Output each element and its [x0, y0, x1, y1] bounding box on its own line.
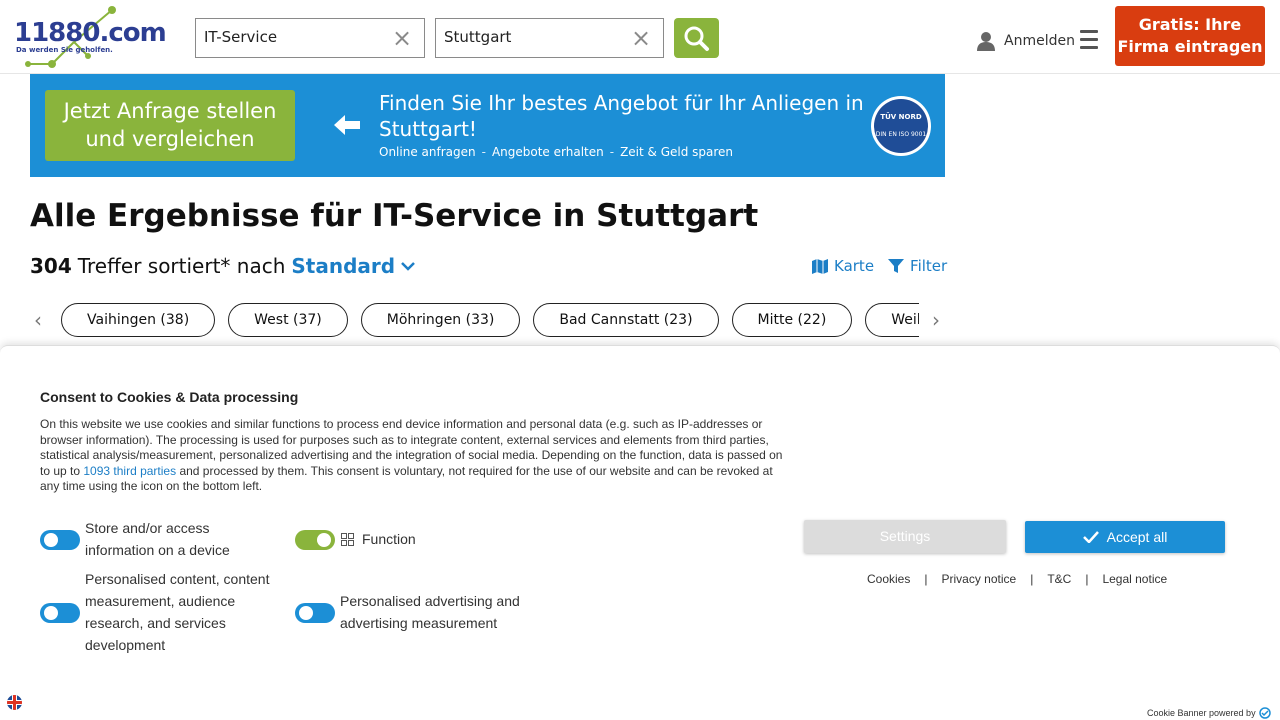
- site-logo[interactable]: 11880.com Da werden Sie geholfen.: [14, 4, 167, 70]
- privacy-notice-link[interactable]: Privacy notice: [941, 572, 1016, 586]
- personalised-content-toggle[interactable]: [40, 603, 80, 623]
- what-field[interactable]: ×: [195, 18, 425, 58]
- function-icon: [341, 533, 354, 546]
- logo-tagline: Da werden Sie geholfen.: [16, 46, 113, 54]
- login-label: Anmelden: [1004, 33, 1075, 49]
- powered-by: Cookie Banner powered by: [1147, 707, 1271, 719]
- banner-step: Zeit & Geld sparen: [620, 145, 734, 159]
- page-title: Alle Ergebnisse für IT-Service in Stuttg…: [30, 198, 759, 234]
- banner-step-separator: -: [481, 145, 486, 159]
- chevron-left-icon[interactable]: ‹: [30, 309, 46, 331]
- district-chip[interactable]: Möhringen (33): [360, 303, 521, 337]
- logo-text: 11880.com: [14, 18, 167, 48]
- consent-text: On this website we use cookies and simil…: [40, 417, 785, 495]
- sorted-by-text: Treffer sortiert* nach: [77, 254, 286, 278]
- legal-notice-link[interactable]: Legal notice: [1102, 572, 1167, 586]
- map-icon: [812, 259, 828, 274]
- result-count: 304: [30, 254, 72, 278]
- district-chip-list: Vaihingen (38) West (37) Möhringen (33) …: [61, 303, 919, 337]
- banner-steps: Online anfragen - Angebote erhalten - Ze…: [379, 145, 733, 159]
- search-icon: [684, 26, 709, 51]
- filter-icon: [888, 259, 905, 273]
- banner-step: Angebote erhalten: [491, 145, 604, 159]
- store-toggle-label: Store and/or access information on a dev…: [85, 520, 230, 558]
- uk-flag-icon[interactable]: [7, 695, 22, 710]
- tuv-badge-name: TÜV NORD: [880, 113, 922, 121]
- tuv-badge: TÜV NORD DIN EN ISO 9001: [871, 96, 931, 156]
- link-separator: |: [924, 572, 928, 586]
- banner-step: Online anfragen: [379, 145, 476, 159]
- register-company-button[interactable]: Gratis: Ihre Firma eintragen: [1115, 6, 1265, 66]
- link-separator: |: [1085, 572, 1089, 586]
- arrow-left-icon: [334, 115, 360, 135]
- sort-dropdown[interactable]: Standard: [291, 254, 395, 278]
- what-input[interactable]: [204, 28, 384, 46]
- terms-link[interactable]: T&C: [1047, 572, 1071, 586]
- banner-step-separator: -: [609, 145, 615, 159]
- function-toggle-label: Function: [362, 531, 416, 547]
- accept-all-label: Accept all: [1106, 529, 1168, 545]
- request-banner: Jetzt Anfrage stellen und vergleichen Fi…: [30, 74, 945, 177]
- personalised-ads-label: Personalised advertising and advertising…: [340, 593, 520, 631]
- district-chip[interactable]: Weilimdorf: [865, 303, 919, 337]
- cookie-consent-dialog: Consent to Cookies & Data processing On …: [0, 345, 1280, 720]
- map-button[interactable]: Karte: [812, 257, 874, 275]
- store-toggle[interactable]: [40, 530, 80, 550]
- checkmark-icon: [1082, 531, 1099, 544]
- search-button[interactable]: [674, 18, 719, 58]
- chevron-down-icon[interactable]: [401, 261, 415, 271]
- request-button-line2: und vergleichen: [85, 127, 255, 151]
- filter-label: Filter: [910, 257, 948, 275]
- where-field[interactable]: ×: [435, 18, 664, 58]
- cookies-link[interactable]: Cookies: [867, 572, 910, 586]
- consent-provider-icon: [1258, 707, 1271, 719]
- district-chips: ‹ Vaihingen (38) West (37) Möhringen (33…: [30, 303, 945, 337]
- consent-title: Consent to Cookies & Data processing: [40, 389, 299, 405]
- request-button[interactable]: Jetzt Anfrage stellen und vergleichen: [45, 90, 295, 161]
- district-chip[interactable]: West (37): [228, 303, 348, 337]
- register-company-line1: Gratis: Ihre: [1138, 15, 1242, 34]
- district-chip[interactable]: Mitte (22): [731, 303, 853, 337]
- link-separator: |: [1030, 572, 1034, 586]
- result-count-row: 304 Treffer sortiert* nach Standard: [30, 254, 415, 278]
- powered-by-text: Cookie Banner powered by: [1147, 708, 1256, 718]
- login-link[interactable]: Anmelden: [976, 28, 1075, 54]
- personalised-content-label: Personalised content, content measuremen…: [85, 571, 270, 653]
- hamburger-menu-icon[interactable]: [1080, 30, 1098, 50]
- personalised-ads-toggle[interactable]: [295, 603, 335, 623]
- user-icon: [977, 32, 995, 51]
- result-tools: Karte Filter: [812, 257, 947, 275]
- filter-button[interactable]: Filter: [888, 257, 947, 275]
- request-button-line1: Jetzt Anfrage stellen: [63, 99, 277, 123]
- map-label: Karte: [834, 257, 875, 275]
- accept-all-button[interactable]: Accept all: [1025, 521, 1225, 553]
- where-input[interactable]: [444, 28, 624, 46]
- function-toggle[interactable]: [295, 530, 335, 550]
- district-chip[interactable]: Bad Cannstatt (23): [533, 303, 719, 337]
- clear-what-icon[interactable]: ×: [392, 26, 412, 50]
- settings-button[interactable]: Settings: [804, 520, 1006, 553]
- register-company-line2: Firma eintragen: [1117, 37, 1263, 56]
- tuv-badge-standard: DIN EN ISO 9001: [875, 131, 927, 138]
- district-chip[interactable]: Vaihingen (38): [61, 303, 216, 337]
- site-header: 11880.com Da werden Sie geholfen. × × An…: [0, 0, 1280, 74]
- chevron-right-icon[interactable]: ›: [928, 309, 944, 331]
- clear-where-icon[interactable]: ×: [631, 26, 651, 50]
- banner-title: Finden Sie Ihr bestes Angebot für Ihr An…: [379, 91, 864, 141]
- third-parties-link[interactable]: 1093 third parties: [83, 464, 176, 478]
- consent-links: Cookies | Privacy notice | T&C | Legal n…: [867, 572, 1167, 586]
